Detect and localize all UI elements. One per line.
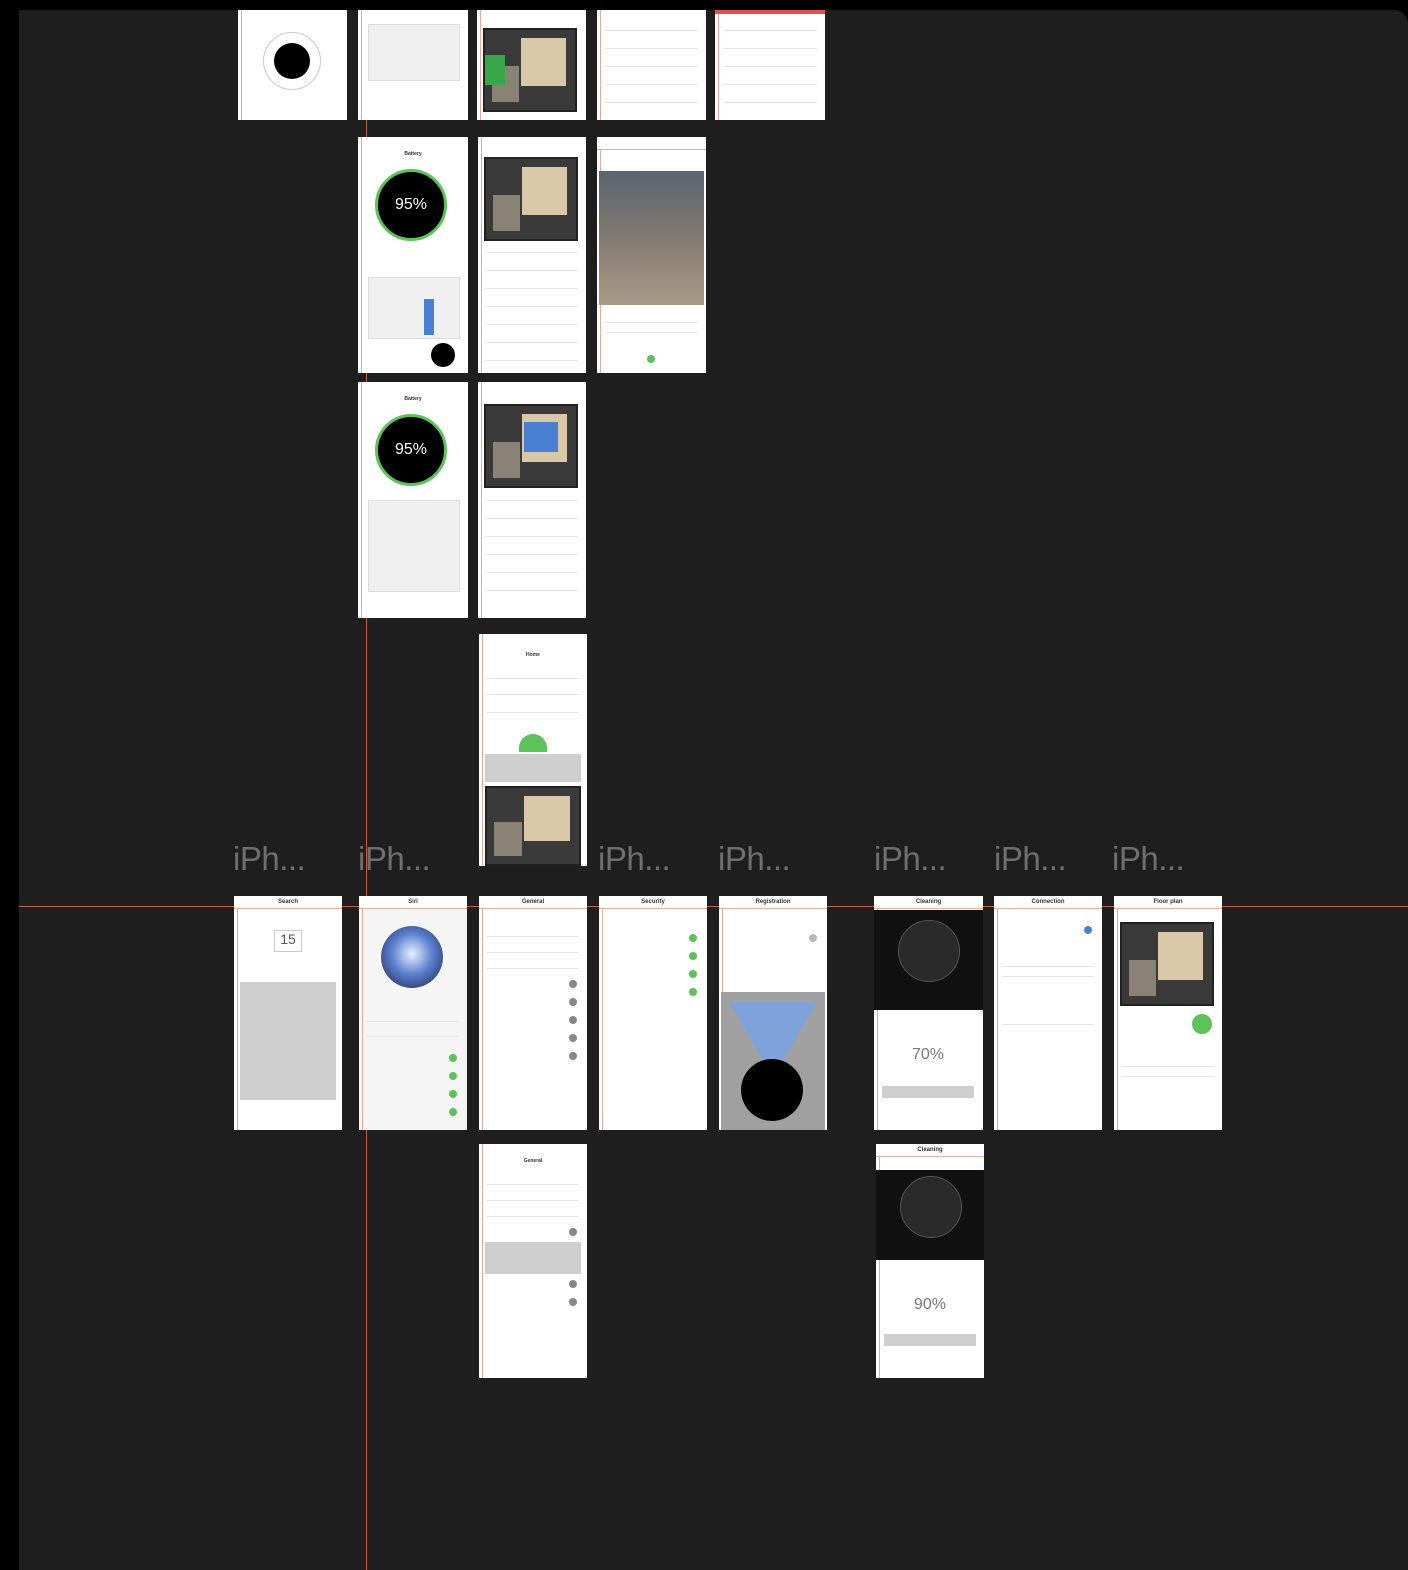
siri-icon[interactable]: [381, 926, 443, 988]
camera-image: [599, 171, 704, 305]
device-icon: [741, 1059, 803, 1121]
frame-connection[interactable]: Connection: [994, 896, 1102, 1130]
frame-battery[interactable]: Battery 95%: [358, 137, 468, 373]
frame-chart[interactable]: [358, 10, 468, 120]
frame-general[interactable]: General: [479, 896, 587, 1130]
battery-ring: 95%: [375, 414, 447, 486]
frame-label[interactable]: iPh...: [874, 840, 947, 878]
frame-title: Battery: [404, 151, 422, 157]
frame-camera[interactable]: [597, 137, 706, 373]
frame-label[interactable]: iPh...: [718, 840, 791, 878]
frame-cleaning[interactable]: Cleaning 70%: [874, 896, 983, 1130]
frame-title: Cleaning: [915, 899, 942, 905]
frame-title: General: [523, 1158, 543, 1164]
fab-icon[interactable]: [431, 343, 455, 367]
frame-map-green[interactable]: [477, 10, 586, 120]
frame-label[interactable]: iPh...: [358, 840, 431, 878]
frame-label[interactable]: iPh...: [598, 840, 671, 878]
frame-list[interactable]: [597, 10, 706, 120]
design-canvas[interactable]: iPh... iPh... iPh... iPh... iPh... iPh..…: [19, 10, 1408, 1570]
frame-cleaning-2[interactable]: Cleaning 90%: [876, 1144, 984, 1378]
frame-title: Floor plan: [1153, 899, 1183, 905]
robot-icon: [898, 920, 960, 982]
frame-title: Siri: [408, 899, 418, 905]
frame-battery-2[interactable]: Battery 95%: [358, 382, 468, 618]
frame-title: Battery: [404, 396, 422, 402]
frame-title: Home: [526, 652, 540, 658]
frame-list-red[interactable]: [715, 10, 825, 120]
frame-title: Search: [277, 899, 298, 905]
frame-map-list[interactable]: [478, 137, 586, 373]
frame-search[interactable]: Search 15: [234, 896, 342, 1130]
frame-title: General: [521, 899, 545, 905]
frame-map-blue[interactable]: [478, 382, 586, 618]
frame-title: Cleaning: [917, 1147, 943, 1153]
progress-value: 70%: [911, 1046, 945, 1063]
dial-icon: [274, 43, 310, 79]
frame-registration[interactable]: Registration: [719, 896, 827, 1130]
robot-icon: [900, 1176, 962, 1238]
frame-label[interactable]: iPh...: [1112, 840, 1185, 878]
go-button[interactable]: [1192, 1014, 1212, 1034]
frame-security[interactable]: Security: [599, 896, 707, 1130]
frame-siri[interactable]: Siri: [359, 896, 467, 1130]
frame-floorplan[interactable]: Floor plan: [1114, 896, 1222, 1130]
frame-label[interactable]: iPh...: [233, 840, 306, 878]
timer-value: 15: [274, 930, 302, 952]
frame-title: Security: [641, 899, 665, 905]
frame-home[interactable]: Home: [479, 634, 587, 866]
frame-general-2[interactable]: General: [479, 1144, 587, 1378]
progress-value: 90%: [913, 1296, 947, 1313]
frame-title: Connection: [1031, 899, 1065, 905]
frame-title: Registration: [755, 899, 791, 905]
battery-ring: 95%: [375, 169, 447, 241]
frame-dial[interactable]: [238, 10, 347, 120]
frame-label[interactable]: iPh...: [994, 840, 1067, 878]
